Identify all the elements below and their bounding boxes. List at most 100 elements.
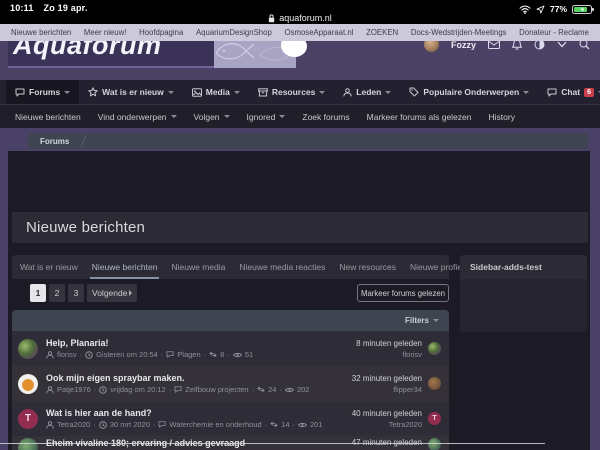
subnav-item-markeer-forums[interactable]: Markeer forums als gelezen	[367, 112, 472, 122]
address-bar[interactable]: aquaforum.nl	[0, 13, 600, 23]
subnav-item-vind-onderwerpen[interactable]: Vind onderwerpen	[98, 112, 177, 122]
subnav-item-volgen[interactable]: Volgen	[194, 112, 230, 122]
replies-icon	[257, 386, 265, 393]
address-url: aquaforum.nl	[279, 13, 332, 23]
tab-new-resources[interactable]: New resources	[339, 255, 396, 279]
box-icon	[258, 88, 268, 97]
last-post-user[interactable]: florisv	[356, 350, 422, 359]
tab-nieuwe-berichten[interactable]: Nieuwe berichten	[92, 255, 158, 279]
bookmark-osmoseapparaat[interactable]: OsmoseApparaat.nl	[285, 28, 354, 37]
caret-down-icon	[64, 91, 70, 94]
page-button-3[interactable]: 3	[68, 284, 84, 302]
status-bar: 10:11 Zo 19 apr. 77% aquaforum.nl	[0, 0, 600, 24]
eye-icon	[233, 352, 242, 358]
nav-item-resources[interactable]: Resources	[249, 80, 334, 104]
chat-icon	[547, 88, 557, 97]
moon-toggle-icon[interactable]	[534, 41, 545, 50]
thread-author[interactable]: Patje1976	[57, 385, 91, 394]
nav-item-populaire-onderwerpen[interactable]: Populaire Onderwerpen	[400, 80, 538, 104]
mark-forums-read-button[interactable]: Markeer forums gelezen	[357, 284, 449, 302]
sidebar-title: Sidebar-adds-test	[460, 255, 587, 279]
envelope-icon[interactable]	[488, 41, 500, 49]
bookmarks-bar: Nieuwe berichten Meer nieuw! Hoofdpagina…	[0, 24, 600, 41]
avatar[interactable]: T	[18, 409, 38, 429]
bookmark-hoofdpagina[interactable]: Hoofdpagina	[139, 28, 183, 37]
bookmark-meer-nieuw[interactable]: Meer nieuw!	[84, 28, 126, 37]
thread-title[interactable]: Help, Planaria!	[46, 338, 356, 348]
thread-views: 202	[297, 385, 310, 394]
bookmark-aquariumdesignshop[interactable]: AquariumDesignShop	[196, 28, 272, 37]
star-icon	[88, 87, 98, 97]
thread-forum[interactable]: Zelfbouw projecten	[185, 385, 248, 394]
clock-icon	[99, 421, 107, 429]
thread-meta: Patje1976 vrijdag om 20:12 Zelfbouw proj…	[46, 385, 352, 394]
page-button-1[interactable]: 1	[30, 284, 46, 302]
avatar[interactable]	[18, 374, 38, 394]
last-post-time[interactable]: 8 minuten geleden	[356, 339, 422, 348]
avatar[interactable]	[18, 438, 38, 450]
table-row[interactable]: T Wat is hier aan de hand? Tetra2020 30 …	[12, 401, 449, 436]
table-row[interactable]: Ook mijn eigen spraybar maken. Patje1976…	[12, 366, 449, 401]
bell-icon[interactable]	[512, 41, 522, 50]
nav-item-media[interactable]: Media	[183, 80, 249, 104]
thread-title[interactable]: Wat is hier aan de hand?	[46, 408, 352, 418]
tab-nieuwe-media[interactable]: Nieuwe media	[171, 255, 225, 279]
screen: 10:11 Zo 19 apr. 77% aquaforum.nl Nieuwe…	[0, 0, 600, 450]
caret-down-icon	[279, 115, 285, 118]
pagination: 1 2 3 Volgende	[30, 284, 137, 302]
breadcrumb-forums[interactable]: Forums	[40, 137, 69, 146]
avatar[interactable]	[18, 339, 38, 359]
last-post-user[interactable]: Tetra2020	[352, 420, 422, 429]
eye-icon	[285, 387, 294, 393]
subnav-item-nieuwe-berichten[interactable]: Nieuwe berichten	[15, 112, 81, 122]
bookmark-docs-wedstrijden-meetings[interactable]: Docs-Wedstrijden-Meetings	[411, 28, 507, 37]
nav-item-forums[interactable]: Forums	[6, 80, 79, 104]
table-row[interactable]: Help, Planaria! florisv Gisteren om 20:5…	[12, 331, 449, 366]
caret-down-icon	[319, 91, 325, 94]
tag-icon	[409, 87, 419, 97]
page-button-2[interactable]: 2	[49, 284, 65, 302]
thread-title[interactable]: Ook mijn eigen spraybar maken.	[46, 373, 352, 383]
search-icon[interactable]	[579, 41, 590, 50]
page-button-next[interactable]: Volgende	[87, 284, 137, 302]
last-post-user[interactable]: flipper34	[352, 385, 422, 394]
site-logo[interactable]: Aquaforum	[13, 41, 162, 60]
thread-author[interactable]: florisv	[57, 350, 77, 359]
last-post-time[interactable]: 32 minuten geleden	[352, 374, 422, 383]
nav-item-wat-is-er-nieuw[interactable]: Wat is er nieuw	[79, 80, 183, 104]
site-header: Aquaforum Fozzy	[0, 41, 600, 80]
nav-label: Resources	[272, 87, 315, 97]
bookmark-zoeken[interactable]: ZOEKEN	[366, 28, 398, 37]
tab-nieuwe-media-reacties[interactable]: Nieuwe media reacties	[239, 255, 325, 279]
nav-item-chat[interactable]: Chat 6	[538, 80, 600, 104]
user-icon	[343, 88, 352, 97]
main-nav: Forums Wat is er nieuw Media Resources L…	[0, 80, 600, 104]
username[interactable]: Fozzy	[451, 41, 476, 50]
avatar[interactable]	[428, 377, 441, 390]
subnav-item-ignored[interactable]: Ignored	[247, 112, 286, 122]
user-icon	[46, 421, 54, 429]
avatar[interactable]	[428, 438, 441, 450]
thread-replies: 8	[220, 350, 224, 359]
thread-forum[interactable]: Waterchemie en onderhoud	[169, 420, 261, 429]
bookmark-donateur-reclame[interactable]: Donateur - Reclame	[519, 28, 589, 37]
tab-wat-is-er-nieuw[interactable]: Wat is er nieuw	[20, 255, 78, 279]
caret-down-icon	[234, 91, 240, 94]
subnav-item-history[interactable]: History	[489, 112, 515, 122]
image-icon	[192, 88, 202, 97]
nav-item-leden[interactable]: Leden	[334, 80, 400, 104]
avatar[interactable]: T	[428, 412, 441, 425]
avatar[interactable]	[428, 342, 441, 355]
bookmark-nieuwe-berichten[interactable]: Nieuwe berichten	[11, 28, 71, 37]
subnav-item-zoek-forums[interactable]: Zoek forums	[302, 112, 349, 122]
thread-forum[interactable]: Plagen	[177, 350, 200, 359]
user-avatar[interactable]	[424, 41, 439, 52]
chevron-down-icon[interactable]	[557, 41, 567, 48]
thread-meta: Tetra2020 30 mrt 2020 Waterchemie en ond…	[46, 420, 352, 429]
caret-down-icon	[385, 91, 391, 94]
filters-button[interactable]: Filters	[405, 316, 429, 325]
last-post-time[interactable]: 40 minuten geleden	[352, 409, 422, 418]
caret-down-icon	[171, 115, 177, 118]
filters-bar: Filters	[12, 310, 449, 331]
thread-author[interactable]: Tetra2020	[57, 420, 90, 429]
